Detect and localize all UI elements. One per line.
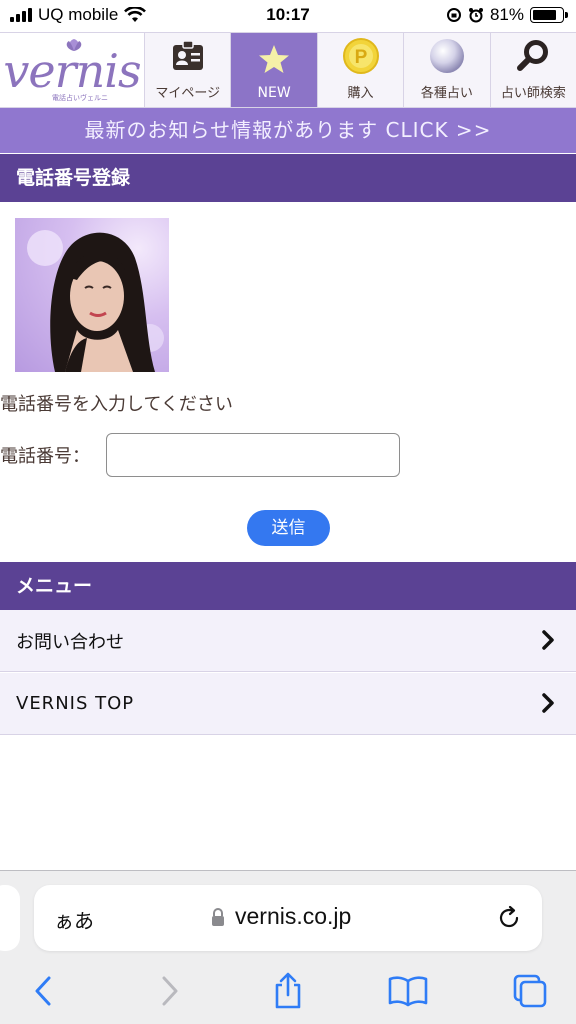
forward-icon — [162, 976, 178, 1006]
svg-text:P: P — [354, 47, 367, 68]
nav-purchase[interactable]: P 購入 — [316, 33, 404, 107]
menu-item-label: お問い合わせ — [16, 631, 124, 653]
nav-fortune-teller-search[interactable]: 占い師検索 — [489, 33, 576, 107]
lock-icon — [212, 908, 224, 926]
book-icon — [388, 976, 428, 1007]
url-text: vernis.co.jp — [235, 903, 352, 929]
reload-icon[interactable] — [496, 905, 522, 931]
orientation-lock-icon — [446, 8, 461, 22]
chevron-right-icon — [542, 630, 554, 650]
portrait-image — [27, 230, 164, 372]
back-button[interactable] — [24, 971, 64, 1011]
phone-number-input[interactable] — [106, 433, 400, 477]
nav-label: 各種占い — [420, 86, 473, 101]
menu-item-vernis-top[interactable]: VERNIS TOP — [0, 673, 576, 735]
nav-label: マイページ — [155, 86, 221, 101]
site-header: vernis 電話占いヴェルニ マイページ NEW P 購入 各種占い 占い師検… — [0, 32, 576, 108]
phone-instruction: 電話番号を入力してください — [0, 394, 233, 415]
tabs-button[interactable] — [510, 971, 550, 1011]
nav-label: NEW — [257, 85, 291, 101]
previous-tab-preview[interactable] — [0, 885, 20, 951]
forward-button[interactable] — [149, 971, 189, 1011]
phone-field-label: 電話番号： — [0, 446, 90, 467]
search-icon — [517, 40, 549, 71]
share-button[interactable] — [268, 971, 308, 1011]
flower-icon — [66, 39, 82, 51]
nav-label: 占い師検索 — [500, 86, 566, 101]
share-icon — [275, 972, 301, 1009]
browser-toolbar: ぁあ vernis.co.jp — [0, 870, 576, 1024]
battery-percentage: 81% — [489, 5, 524, 24]
logo-tagline: 電話占いヴェルニ — [52, 94, 108, 102]
nav-fortune-types[interactable]: 各種占い — [403, 33, 490, 107]
crystal-ball-icon — [429, 39, 464, 73]
back-icon — [35, 976, 51, 1006]
menu-item-contact[interactable]: お問い合わせ — [0, 610, 576, 672]
id-card-icon — [172, 40, 203, 70]
tabs-icon — [513, 974, 547, 1008]
alarm-icon — [468, 8, 483, 23]
address-bar[interactable]: ぁあ vernis.co.jp — [34, 885, 542, 951]
menu-heading: メニュー — [0, 562, 576, 610]
battery-icon — [530, 7, 568, 23]
page-title: 電話番号登録 — [0, 154, 576, 202]
vernis-logo[interactable]: vernis 電話占いヴェルニ — [0, 33, 144, 108]
news-announcement-link[interactable]: 最新のお知らせ情報があります CLICK >> — [0, 108, 576, 153]
chevron-right-icon — [542, 693, 554, 713]
nav-mypage[interactable]: マイページ — [144, 33, 231, 107]
fortune-teller-photo — [15, 218, 169, 372]
nav-new[interactable]: NEW — [230, 33, 317, 107]
status-bar: UQ mobile 10:17 81% — [0, 0, 576, 32]
star-icon — [259, 45, 290, 73]
coin-icon: P — [342, 38, 379, 74]
text-size-button[interactable]: ぁあ — [54, 905, 94, 934]
menu-item-label: VERNIS TOP — [16, 693, 135, 714]
bookmarks-button[interactable] — [388, 971, 428, 1011]
status-right: 81% — [446, 5, 568, 25]
submit-button[interactable]: 送信 — [247, 510, 330, 546]
nav-label: 購入 — [347, 86, 374, 101]
